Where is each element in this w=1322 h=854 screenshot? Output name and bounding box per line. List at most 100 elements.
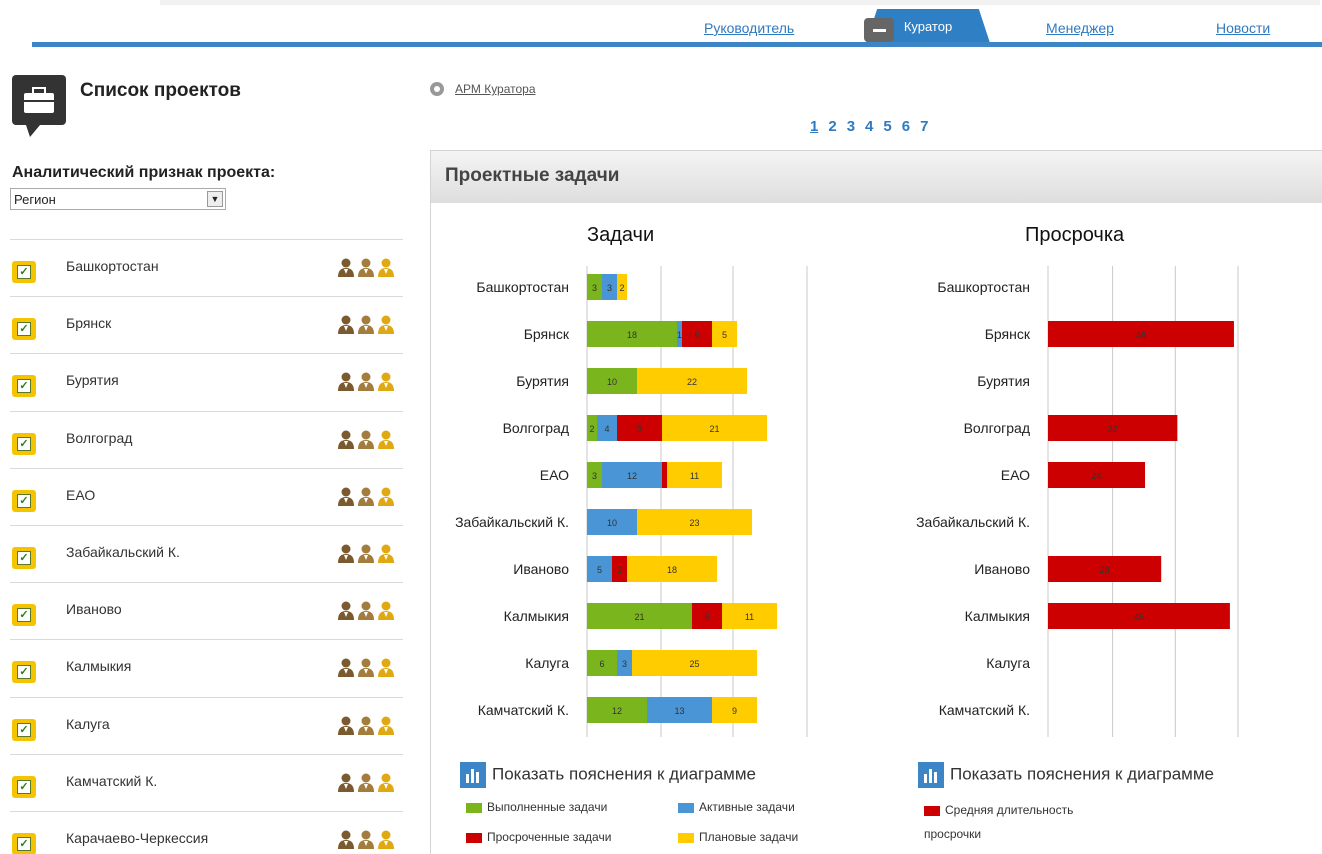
region-checkbox[interactable]: ✓ <box>12 661 36 684</box>
employee-person-icon[interactable] <box>376 430 396 453</box>
page-link-5[interactable]: 5 <box>883 118 891 135</box>
category-label: Брянск <box>524 326 570 342</box>
region-checkbox[interactable]: ✓ <box>12 775 36 798</box>
tab-rukovoditel[interactable]: Руководитель <box>704 20 794 36</box>
region-checkbox[interactable]: ✓ <box>12 375 36 398</box>
manager-person-icon[interactable] <box>336 430 356 453</box>
region-row[interactable]: ✓ Иваново <box>10 582 403 639</box>
show-legend-button-tasks[interactable]: Показать пояснения к диаграмме <box>460 762 756 788</box>
region-name: Брянск <box>66 315 112 332</box>
curator-person-icon[interactable] <box>356 372 376 395</box>
manager-person-icon[interactable] <box>336 372 356 395</box>
data-label: 32 <box>1108 424 1118 434</box>
region-row[interactable]: ✓ Калуга <box>10 696 403 754</box>
data-label: 10 <box>607 377 617 387</box>
region-row[interactable]: ✓ Брянск <box>10 296 403 353</box>
page-link-1[interactable]: 1 <box>810 118 818 135</box>
checkmark-icon: ✓ <box>17 379 31 394</box>
manager-person-icon[interactable] <box>336 601 356 624</box>
manager-person-icon[interactable] <box>336 487 356 510</box>
manager-person-icon[interactable] <box>336 830 356 853</box>
region-name: Камчатский К. <box>66 772 158 789</box>
show-legend-button-overdue[interactable]: Показать пояснения к диаграмме <box>918 762 1214 788</box>
collapse-button[interactable] <box>864 18 894 42</box>
region-name: Башкортостан <box>66 258 159 274</box>
region-checkbox[interactable]: ✓ <box>12 489 36 512</box>
employee-person-icon[interactable] <box>376 258 396 281</box>
region-checkbox[interactable]: ✓ <box>12 432 36 455</box>
home-icon[interactable] <box>430 82 444 96</box>
page-link-3[interactable]: 3 <box>847 118 855 135</box>
employee-person-icon[interactable] <box>376 830 396 853</box>
checkmark-icon: ✓ <box>17 722 31 737</box>
data-label: 2 <box>589 424 594 434</box>
employee-person-icon[interactable] <box>376 601 396 624</box>
breadcrumb[interactable]: АРМ Куратора <box>455 82 536 96</box>
region-row[interactable]: ✓ ЕАО <box>10 467 403 525</box>
panel-title: Проектные задачи <box>445 165 620 186</box>
curator-person-icon[interactable] <box>356 487 376 510</box>
region-row[interactable]: ✓ Калмыкия <box>10 639 403 696</box>
manager-person-icon[interactable] <box>336 315 356 338</box>
region-name: Калуга <box>66 715 110 732</box>
data-label: 3 <box>592 471 597 481</box>
data-label: 25 <box>689 659 699 669</box>
region-row[interactable]: ✓ Бурятия <box>10 353 403 410</box>
region-checkbox[interactable]: ✓ <box>12 261 36 283</box>
category-label: Волгоград <box>503 420 569 436</box>
curator-person-icon[interactable] <box>356 773 376 796</box>
region-row[interactable]: ✓ Забайкальский К. <box>10 524 403 582</box>
manager-person-icon[interactable] <box>336 544 356 567</box>
checkmark-icon: ✓ <box>17 665 31 680</box>
tab-news[interactable]: Новости <box>1216 20 1270 36</box>
chart-icon <box>918 762 944 788</box>
region-checkbox[interactable]: ✓ <box>12 832 36 854</box>
checkmark-icon: ✓ <box>17 608 31 623</box>
curator-person-icon[interactable] <box>356 430 376 453</box>
data-label: 5 <box>597 565 602 575</box>
data-label: 22 <box>687 377 697 387</box>
curator-person-icon[interactable] <box>356 830 376 853</box>
page-link-2[interactable]: 2 <box>828 118 836 135</box>
region-checkbox[interactable]: ✓ <box>12 718 36 741</box>
attribute-select[interactable]: Регион ▼ <box>10 188 226 210</box>
bar-segment <box>662 462 667 488</box>
region-row[interactable]: ✓ Башкортостан <box>10 239 403 296</box>
region-row[interactable]: ✓ Карачаево-Черкессия <box>10 810 403 854</box>
data-label: 6 <box>599 659 604 669</box>
page-link-4[interactable]: 4 <box>865 118 873 135</box>
page-link-7[interactable]: 7 <box>920 118 928 135</box>
employee-person-icon[interactable] <box>376 372 396 395</box>
region-checkbox[interactable]: ✓ <box>12 604 36 627</box>
curator-person-icon[interactable] <box>356 716 376 739</box>
manager-person-icon[interactable] <box>336 258 356 281</box>
curator-person-icon[interactable] <box>356 544 376 567</box>
curator-person-icon[interactable] <box>356 658 376 681</box>
people-icons <box>336 772 402 792</box>
page-link-6[interactable]: 6 <box>902 118 910 135</box>
employee-person-icon[interactable] <box>376 544 396 567</box>
data-label: 12 <box>612 706 622 716</box>
curator-person-icon[interactable] <box>356 258 376 281</box>
manager-person-icon[interactable] <box>336 658 356 681</box>
manager-person-icon[interactable] <box>336 716 356 739</box>
category-label: Камчатский К. <box>939 702 1030 718</box>
employee-person-icon[interactable] <box>376 773 396 796</box>
checkmark-icon: ✓ <box>17 322 31 337</box>
region-checkbox[interactable]: ✓ <box>12 546 36 569</box>
tab-manager[interactable]: Менеджер <box>1046 20 1114 36</box>
curator-person-icon[interactable] <box>356 601 376 624</box>
region-row[interactable]: ✓ Волгоград <box>10 410 403 468</box>
curator-person-icon[interactable] <box>356 315 376 338</box>
employee-person-icon[interactable] <box>376 487 396 510</box>
region-checkbox[interactable]: ✓ <box>12 318 36 341</box>
manager-person-icon[interactable] <box>336 773 356 796</box>
employee-person-icon[interactable] <box>376 315 396 338</box>
chevron-down-icon[interactable]: ▼ <box>207 191 223 207</box>
employee-person-icon[interactable] <box>376 658 396 681</box>
people-icons <box>336 371 402 392</box>
attribute-select-value: Регион <box>14 192 56 207</box>
employee-person-icon[interactable] <box>376 716 396 739</box>
region-row[interactable]: ✓ Камчатский К. <box>10 753 403 811</box>
people-icons <box>336 600 402 621</box>
